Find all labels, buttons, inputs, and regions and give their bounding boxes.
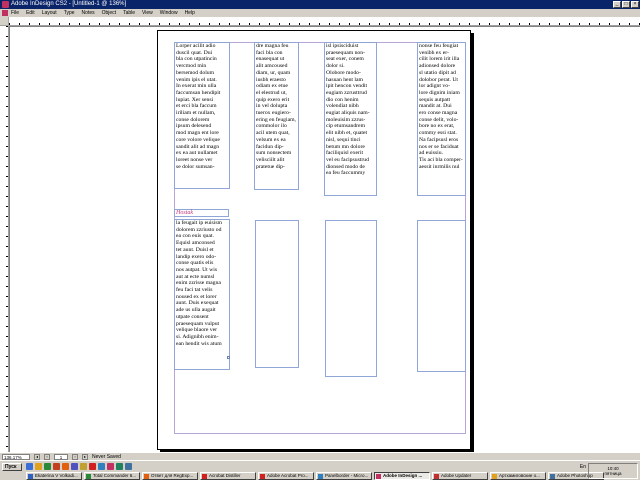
empty-frame-2[interactable] [255,220,299,368]
task-buttons: Ekaterina V Volkadi... Total Commander 6… [26,472,604,480]
out-port-handle[interactable] [227,356,230,359]
task-label: Adobe Acrobat Pro... [267,473,309,478]
task-label: Total Commander 6... [93,473,137,478]
app-icon[interactable] [71,463,78,470]
heading-text: Hostak [176,210,193,216]
heading-frame[interactable]: Hostak [174,209,229,217]
updater-icon [434,474,439,479]
acrobat-icon[interactable] [89,463,96,470]
folder-icon[interactable] [35,463,42,470]
document-menu-icon[interactable] [2,10,8,16]
first-page-button[interactable]: ◂ [34,453,40,460]
task-label: Adobe InDesign ... [383,473,423,478]
indesign-icon[interactable] [107,463,114,470]
menu-window[interactable]: Window [160,9,178,17]
word-icon [318,474,323,479]
quick-launch [26,463,132,470]
app-icon[interactable] [98,463,105,470]
text-frame-1[interactable]: Lorper acilit adio duscil quat. Dui bla … [174,42,230,189]
frame-5-text: la feugait ip euisism dolorem zzriusto o… [176,220,222,347]
empty-frame-4[interactable] [417,220,466,372]
vertical-ruler[interactable] [0,26,9,452]
text-frame-2[interactable]: dre magna feu faci bla con enasequat ut … [254,42,299,190]
photoshop-icon[interactable] [125,463,132,470]
frame-2-text: dre magna feu faci bla con enasequat ut … [256,43,296,170]
save-status: Never Saved [92,453,121,460]
text-frame-3[interactable]: isl ipsisciduist praesequam non- seat ex… [324,42,377,196]
start-button[interactable]: Пуск [2,463,22,471]
last-page-button[interactable]: ▸ [82,453,88,460]
task-button[interactable]: Adobe Updater [432,472,488,480]
task-label: Артхамиговские о... [499,473,540,478]
app-icon [144,474,149,479]
frame-4-text: nonse feu feugiat venibh ex er- cilit lo… [419,43,463,170]
task-label: Panelborder - Micro... [325,473,369,478]
frame-1-text: Lorper acilit adio duscil quat. Dui bla … [176,43,221,170]
browser-icon[interactable] [62,463,69,470]
windows-taskbar: Пуск Ekaterina V Volkadi... Total Comman… [0,460,640,480]
app-icon [86,474,91,479]
acrobat-icon [260,474,265,479]
app-icon [28,474,33,479]
task-button[interactable]: Acrobat Distiller [200,472,256,480]
menu-notes[interactable]: Notes [82,9,95,17]
start-label: Пуск [5,464,17,470]
menu-view[interactable]: View [142,9,153,17]
task-label: Ответ для RegExp... [151,473,194,478]
folder-icon [492,474,497,479]
status-bar: 136.17% ◂ ‹ 1 › ▸ Never Saved [0,452,640,460]
task-button[interactable]: Ekaterina V Volkadi... [26,472,82,480]
app-icon[interactable] [116,463,123,470]
language-indicator[interactable]: En [580,464,586,470]
app-icon[interactable] [53,463,60,470]
desktop-icon[interactable] [26,463,33,470]
text-frame-4[interactable]: nonse feu feugiat venibh ex er- cilit lo… [417,42,466,196]
page-field[interactable]: 1 [54,453,68,460]
menu-layout[interactable]: Layout [42,9,57,17]
task-button[interactable]: Артхамиговские о... [490,472,546,480]
menu-file[interactable]: File [11,9,19,17]
task-button-active[interactable]: Adobe InDesign ... [374,472,430,480]
task-button[interactable]: Total Commander 6... [84,472,140,480]
zoom-field[interactable]: 136.17% [2,453,30,460]
close-button[interactable]: × [631,1,639,8]
minimize-button[interactable]: _ [613,1,621,8]
horizontal-ruler[interactable] [9,17,640,26]
app-icon[interactable] [80,463,87,470]
system-tray-clock[interactable]: 10:40 пятница [588,463,638,479]
menu-object[interactable]: Object [102,9,116,17]
task-label: Ekaterina V Volkadi... [35,473,78,478]
prev-page-button[interactable]: ‹ [44,453,50,460]
next-page-button[interactable]: › [72,453,78,460]
menu-table[interactable]: Table [123,9,135,17]
task-button[interactable]: Adobe Acrobat Pro... [258,472,314,480]
task-button[interactable]: Ответ для RegExp... [142,472,198,480]
task-label: Adobe Updater [441,473,472,478]
frame-3-text: isl ipsisciduist praesequam non- seat ex… [326,43,370,177]
task-button[interactable]: Panelborder - Micro... [316,472,372,480]
indesign-icon [376,474,381,479]
maximize-button[interactable]: □ [622,1,630,8]
menu-bar: File Edit Layout Type Notes Object Table… [0,9,640,17]
text-frame-5[interactable]: la feugait ip euisism dolorem zzriusto o… [174,219,230,370]
indesign-app-icon [2,1,9,8]
acrobat-icon [202,474,207,479]
ruler-origin[interactable] [0,17,9,26]
photoshop-icon [550,474,555,479]
menu-edit[interactable]: Edit [26,9,35,17]
task-label: Acrobat Distiller [209,473,241,478]
window-titlebar[interactable]: Adobe InDesign CS2 - [Untitled-1 @ 136%]… [0,0,640,9]
window-title: Adobe InDesign CS2 - [Untitled-1 @ 136%] [11,1,127,7]
menu-help[interactable]: Help [185,9,195,17]
empty-frame-3[interactable] [325,220,377,377]
clock-day: пятница [604,471,622,476]
app-icon[interactable] [44,463,51,470]
menu-type[interactable]: Type [64,9,75,17]
